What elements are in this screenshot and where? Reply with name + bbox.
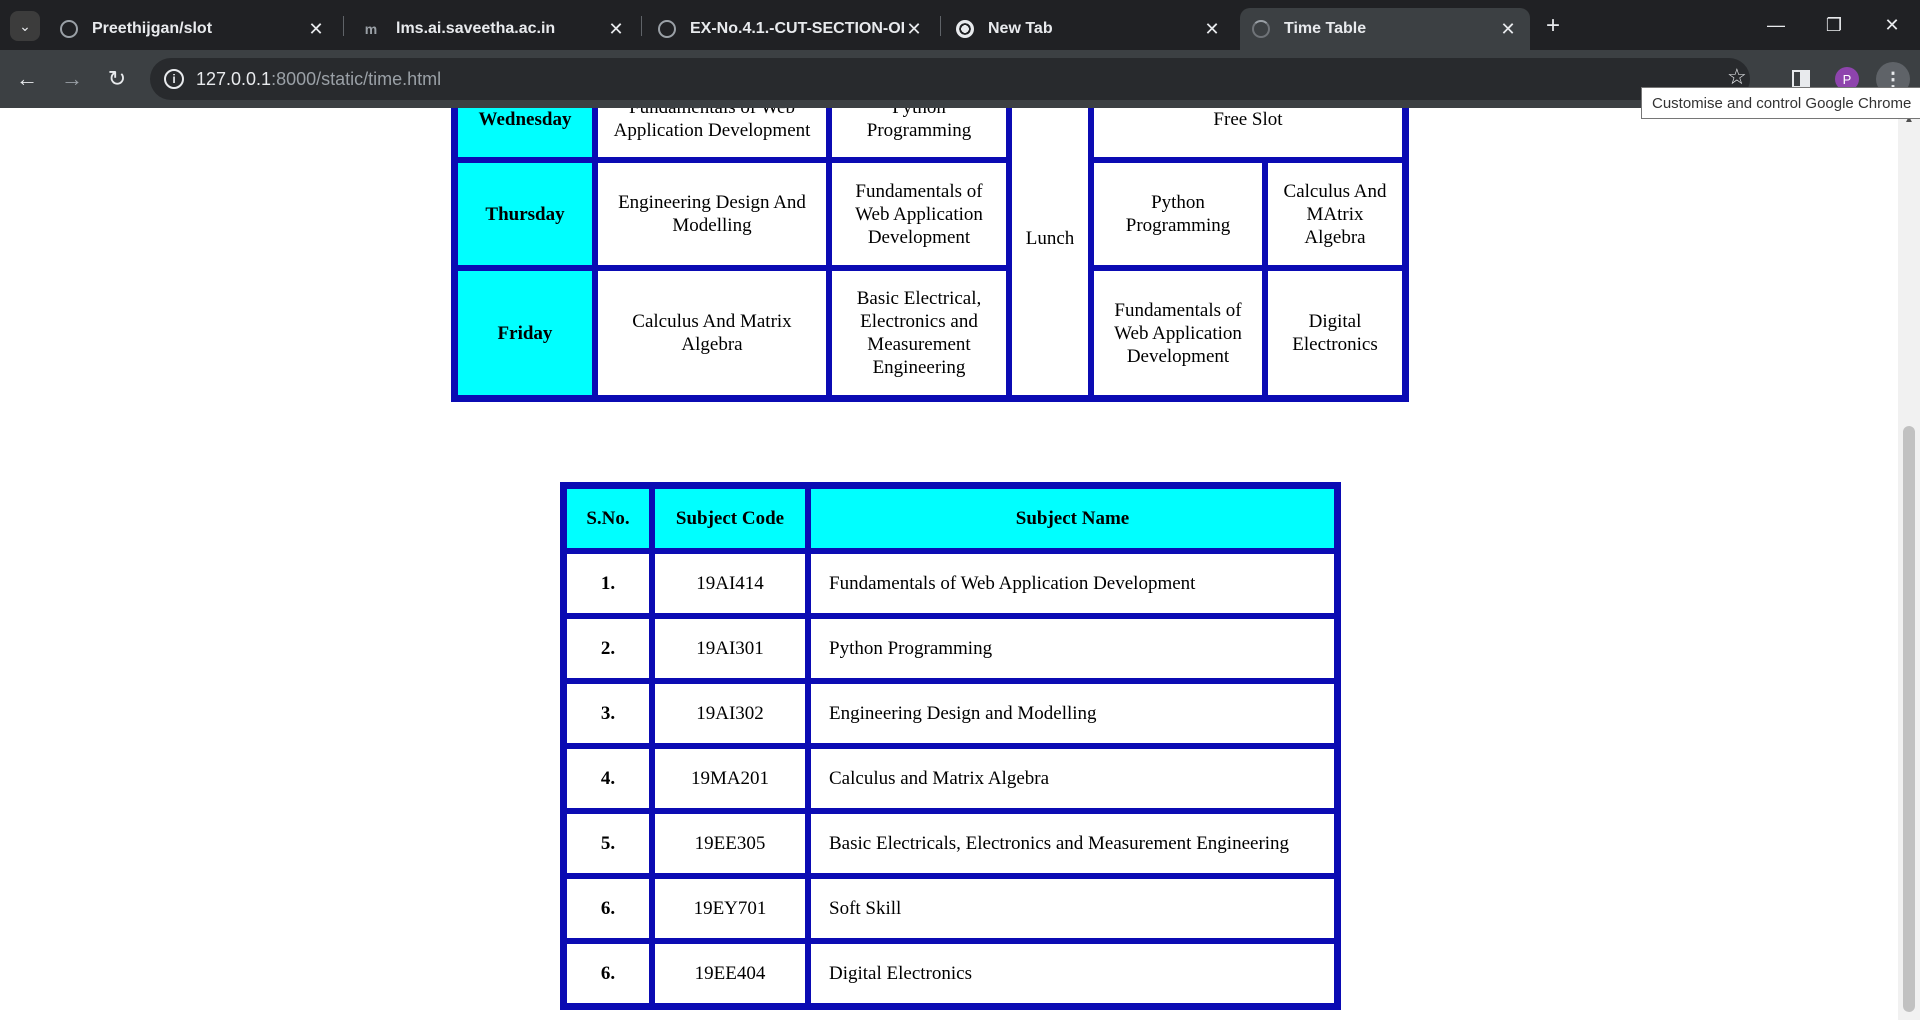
period-cell: Python Programming <box>830 108 1008 159</box>
day-cell: Friday <box>456 269 594 397</box>
subject-code: 19EY701 <box>653 877 807 940</box>
column-header: S.No. <box>565 487 651 550</box>
serial-number: 4. <box>565 747 651 810</box>
period-cell: Fundamentals of Web Application Developm… <box>596 108 828 159</box>
tab-divider <box>940 16 941 36</box>
tab-divider <box>343 16 344 36</box>
close-tab-icon[interactable]: ✕ <box>904 19 924 40</box>
period-cell: Basic Electrical, Electronics and Measur… <box>830 269 1008 397</box>
subject-name: Basic Electricals, Electronics and Measu… <box>809 812 1336 875</box>
subject-code: 19AI302 <box>653 682 807 745</box>
table-row: 5. 19EE305 Basic Electricals, Electronic… <box>565 812 1336 875</box>
column-header: Subject Name <box>809 487 1336 550</box>
serial-number: 6. <box>565 877 651 940</box>
table-row: 3. 19AI302 Engineering Design and Modell… <box>565 682 1336 745</box>
period-cell: Digital Electronics <box>1266 269 1404 397</box>
subject-name: Python Programming <box>809 617 1336 680</box>
tooltip: Customise and control Google Chrome <box>1641 87 1920 119</box>
minimize-icon: — <box>1767 14 1785 35</box>
page-viewport: Wednesday Fundamentals of Web Applicatio… <box>0 108 1898 1020</box>
serial-number: 5. <box>565 812 651 875</box>
close-tab-icon[interactable]: ✕ <box>1202 19 1222 40</box>
close-tab-icon[interactable]: ✕ <box>606 19 626 40</box>
tab-lms[interactable]: m lms.ai.saveetha.ac.in ✕ <box>348 8 638 50</box>
period-cell: Engineering Design And Modelling <box>596 161 828 267</box>
period-cell: Fundamentals of Web Application Developm… <box>830 161 1008 267</box>
timetable-row-wednesday: Wednesday Fundamentals of Web Applicatio… <box>456 108 1404 397</box>
back-button[interactable]: ← <box>12 64 42 94</box>
period-cell: Calculus And Matrix Algebra <box>596 269 828 397</box>
subject-name: Digital Electronics <box>809 942 1336 1005</box>
subject-code: 19MA201 <box>653 747 807 810</box>
table-row: 6. 19EY701 Soft Skill <box>565 877 1336 940</box>
restore-button[interactable]: ❐ <box>1810 10 1858 40</box>
subject-code: 19AI414 <box>653 552 807 615</box>
lms-icon: m <box>364 21 378 37</box>
reload-icon: ↻ <box>107 66 127 91</box>
side-panel-icon[interactable] <box>1792 70 1810 88</box>
serial-number: 6. <box>565 942 651 1005</box>
chrome-icon <box>956 20 974 38</box>
arrow-left-icon: ← <box>16 66 38 91</box>
new-tab-button[interactable]: + <box>1538 12 1568 40</box>
column-header: Subject Code <box>653 487 807 550</box>
table-row: 1. 19AI414 Fundamentals of Web Applicati… <box>565 552 1336 615</box>
day-cell: Wednesday <box>456 108 594 159</box>
vertical-scrollbar[interactable]: ▲ <box>1898 108 1920 1020</box>
subject-code: 19EE305 <box>653 812 807 875</box>
serial-number: 1. <box>565 552 651 615</box>
tab-time-table[interactable]: Time Table ✕ <box>1240 8 1530 50</box>
lunch-cell: Lunch <box>1010 108 1090 397</box>
subject-name: Engineering Design and Modelling <box>809 682 1336 745</box>
subject-code: 19AI301 <box>653 617 807 680</box>
tab-strip: ⌄ Preethijgan/slot ✕ m lms.ai.saveetha.a… <box>0 0 1920 50</box>
close-tab-icon[interactable]: ✕ <box>1498 19 1518 40</box>
loading-icon <box>1252 20 1270 38</box>
tab-search-button[interactable]: ⌄ <box>10 11 40 41</box>
reload-button[interactable]: ↻ <box>102 64 132 94</box>
arrow-right-icon: → <box>61 66 83 91</box>
close-window-button[interactable]: ✕ <box>1868 10 1916 40</box>
github-icon <box>658 20 676 38</box>
timetable-row-thursday: Thursday Engineering Design And Modellin… <box>456 161 1404 267</box>
period-cell: Fundamentals of Web Application Developm… <box>1092 269 1264 397</box>
minimize-button[interactable]: — <box>1752 10 1800 40</box>
table-header-row: S.No. Subject Code Subject Name <box>565 487 1336 550</box>
table-row: 4. 19MA201 Calculus and Matrix Algebra <box>565 747 1336 810</box>
site-info-icon[interactable]: i <box>164 69 184 89</box>
period-cell: Calculus And MAtrix Algebra <box>1266 161 1404 267</box>
tab-divider <box>641 16 642 36</box>
close-icon: ✕ <box>1884 14 1900 35</box>
day-cell: Thursday <box>456 161 594 267</box>
timetable-row-friday: Friday Calculus And Matrix Algebra Basic… <box>456 269 1404 397</box>
serial-number: 3. <box>565 682 651 745</box>
chevron-down-icon: ⌄ <box>19 17 31 34</box>
browser-toolbar: ← → ↻ i 127.0.0.1:8000/static/time.html <box>0 50 1920 108</box>
restore-icon: ❐ <box>1825 14 1843 35</box>
subject-name: Fundamentals of Web Application Developm… <box>809 552 1336 615</box>
period-cell: Python Programming <box>1092 161 1264 267</box>
tab-preethijgan-slot[interactable]: Preethijgan/slot ✕ <box>48 8 338 50</box>
period-cell: Free Slot <box>1092 108 1404 159</box>
subject-name: Soft Skill <box>809 877 1336 940</box>
url-text[interactable]: 127.0.0.1:8000/static/time.html <box>196 69 441 90</box>
subject-code: 19EE404 <box>653 942 807 1005</box>
subject-name: Calculus and Matrix Algebra <box>809 747 1336 810</box>
github-icon <box>60 20 78 38</box>
address-bar[interactable]: i 127.0.0.1:8000/static/time.html <box>150 58 1750 100</box>
close-tab-icon[interactable]: ✕ <box>306 19 326 40</box>
table-row: 2. 19AI301 Python Programming <box>565 617 1336 680</box>
tab-new-tab[interactable]: New Tab ✕ <box>944 8 1234 50</box>
scrollbar-thumb[interactable] <box>1903 426 1915 1012</box>
plus-icon: + <box>1545 12 1560 39</box>
table-row: 6. 19EE404 Digital Electronics <box>565 942 1336 1005</box>
subjects-table: S.No. Subject Code Subject Name 1. 19AI4… <box>560 482 1341 1010</box>
tab-ex-cut-section[interactable]: EX-No.4.1.-CUT-SECTION-OF-S ✕ <box>646 8 936 50</box>
timetable: Wednesday Fundamentals of Web Applicatio… <box>451 108 1409 402</box>
forward-button[interactable]: → <box>57 64 87 94</box>
serial-number: 2. <box>565 617 651 680</box>
